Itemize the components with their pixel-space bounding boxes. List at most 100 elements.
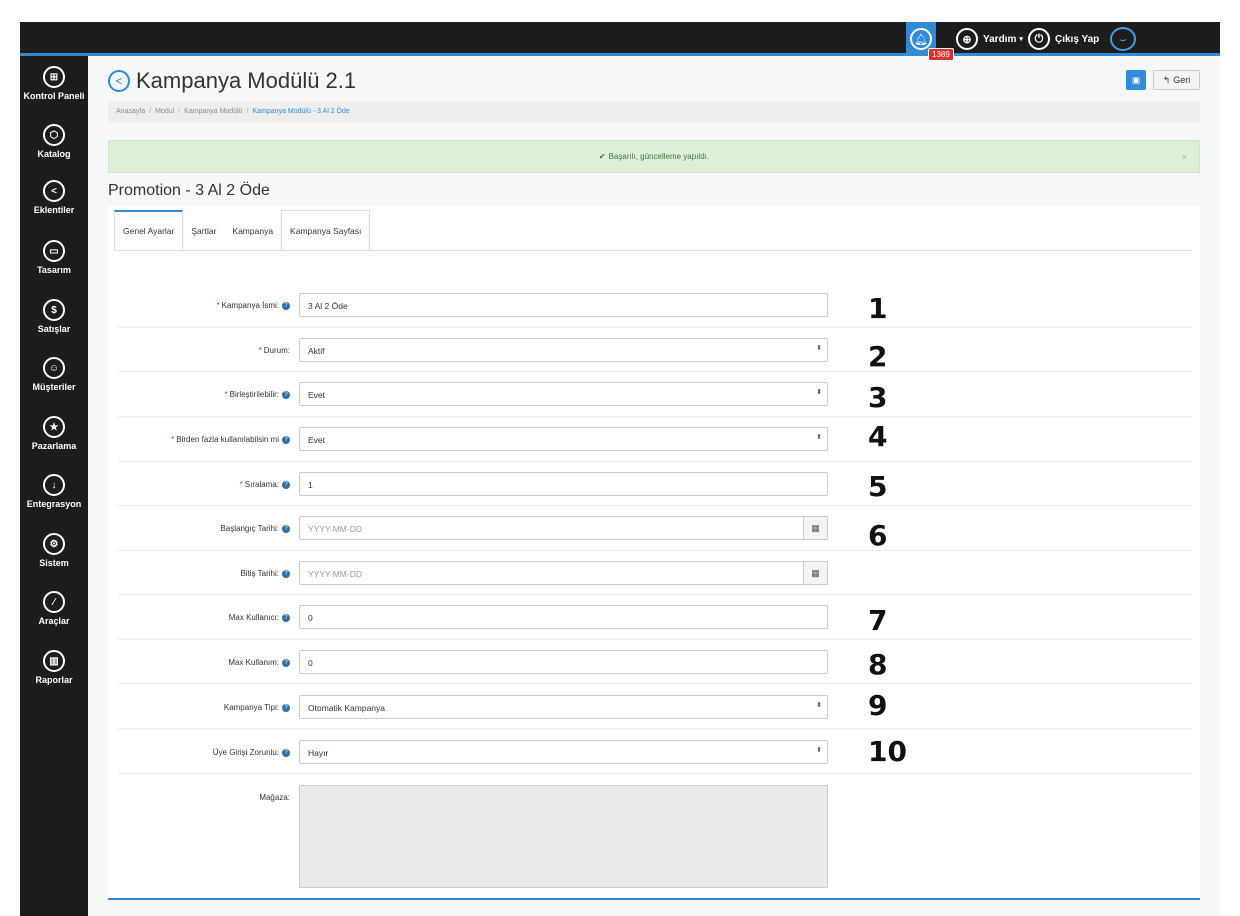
calendar-icon[interactable]: ▦ (803, 561, 828, 585)
dashboard-icon: ⊞ (43, 66, 65, 88)
sidebar-item-system[interactable]: ⚙ Sistem (20, 533, 88, 568)
tools-icon: ⁄ (43, 591, 65, 613)
login-required-select[interactable]: Hayır ⬍ (299, 740, 828, 764)
start-date-input[interactable]: YYYY-MM-DD (299, 516, 804, 540)
sidebar-item-sales[interactable]: $ Satışlar (20, 299, 88, 334)
customers-icon: ☺ (43, 357, 65, 379)
notification-badge: 1389 (928, 48, 954, 61)
design-icon: ▭ (43, 240, 65, 262)
tabs-divider (114, 250, 1192, 251)
max-users-label: Max Kullanıcı:? (229, 613, 290, 622)
annotation-number: 10 (868, 735, 907, 768)
section-title: Promotion - 3 Al 2 Öde (108, 182, 270, 199)
reports-icon: ▥ (43, 650, 65, 672)
check-circle-icon: ✔ (598, 152, 606, 161)
bell-icon: 🔔︎ (910, 28, 932, 50)
tabs: Genel Ayarlar Şartlar Kampanya Kampanya … (114, 210, 371, 250)
sidebar-item-integration[interactable]: ↓ Entegrasyon (20, 474, 88, 509)
sidebar-item-dashboard[interactable]: ⊞ Kontrol Paneli (20, 66, 88, 101)
calendar-icon[interactable]: ▦ (803, 516, 828, 540)
max-uses-label: Max Kullanım:? (228, 658, 290, 667)
help-menu[interactable]: ⊕ Yardım ▾ (956, 26, 1023, 52)
sidebar-item-extensions[interactable]: < Eklentiler (20, 180, 88, 215)
help-icon: ? (282, 703, 290, 712)
campaign-type-select[interactable]: Otomatik Kampanya ⬍ (299, 695, 828, 719)
annotation-number: 6 (868, 519, 888, 552)
combinable-label: * Birleştirilebilir:? (225, 390, 290, 399)
end-date-label: Bitiş Tarihi:? (240, 569, 290, 578)
select-caret-icon: ⬍ (816, 345, 822, 352)
reply-icon: ↰ (1162, 74, 1171, 85)
sort-order-label: * Sıralama:? (240, 480, 290, 489)
annotation-number: 3 (868, 381, 888, 414)
help-icon: ? (282, 390, 290, 399)
row-divider (118, 327, 1192, 328)
chevron-down-icon: ▾ (1019, 36, 1023, 43)
store-selection-box[interactable] (299, 785, 828, 888)
select-caret-icon: ⬍ (816, 434, 822, 441)
tab-general-settings[interactable]: Genel Ayarlar (114, 210, 184, 250)
name-label: * Kampanya İsmi:? (217, 301, 290, 310)
form-panel: Genel Ayarlar Şartlar Kampanya Kampanya … (108, 206, 1200, 900)
back-button[interactable]: ↰ Geri (1153, 70, 1200, 90)
login-required-label: Üye Girişi Zorunlu:? (213, 748, 290, 757)
help-icon: ? (282, 435, 290, 444)
row-divider (118, 371, 1192, 372)
tab-conditions[interactable]: Şartlar (183, 210, 224, 250)
max-users-input[interactable]: 0 (299, 605, 828, 629)
sidebar-item-tools[interactable]: ⁄ Araçlar (20, 591, 88, 626)
save-button[interactable]: ▣ (1126, 70, 1146, 90)
combinable-select[interactable]: Evet ⬍ (299, 382, 828, 406)
select-caret-icon: ⬍ (816, 702, 822, 709)
close-icon[interactable]: × (1182, 152, 1187, 162)
page-title: < Kampanya Modülü 2.1 (108, 68, 356, 94)
help-icon: ? (282, 569, 290, 578)
multi-use-label: * Birden fazla kullanılabilsin mi? (171, 435, 290, 444)
sidebar-item-label: Sistem (39, 558, 69, 568)
tab-campaign[interactable]: Kampanya (224, 210, 281, 250)
help-label: Yardım (983, 33, 1017, 45)
sidebar-item-label: Satışlar (37, 324, 71, 334)
breadcrumb-campaign-module[interactable]: Kampanya Modülü (184, 108, 242, 115)
store-icon[interactable]: ⌣ (1110, 27, 1136, 51)
row-divider (118, 639, 1192, 640)
sidebar-item-marketing[interactable]: ★ Pazarlama (20, 416, 88, 451)
sidebar-item-label: Müşteriler (32, 382, 76, 392)
share-icon: < (108, 70, 130, 92)
breadcrumb-current[interactable]: Kampanya Modülü - 3 Al 2 Öde (253, 108, 350, 115)
annotation-number: 5 (868, 470, 888, 503)
marketing-icon: ★ (43, 416, 65, 438)
breadcrumb-home[interactable]: Anasayfa (116, 108, 145, 115)
row-divider (118, 773, 1192, 774)
tab-campaign-page[interactable]: Kampanya Sayfası (281, 210, 371, 250)
sidebar-item-customers[interactable]: ☺ Müşteriler (20, 357, 88, 392)
sidebar-item-label: Araçlar (38, 616, 70, 626)
status-select[interactable]: Aktif ⬍ (299, 338, 828, 362)
sort-order-input[interactable]: 1 (299, 472, 828, 496)
max-uses-input[interactable]: 0 (299, 650, 828, 674)
sidebar-item-label: Raporlar (35, 675, 73, 685)
row-divider (118, 594, 1192, 595)
sidebar-item-label: Eklentiler (33, 205, 75, 215)
row-divider (118, 683, 1192, 684)
end-date-input[interactable]: YYYY-MM-DD (299, 561, 804, 585)
sidebar-item-label: Kontrol Paneli (23, 91, 85, 101)
sidebar-item-catalog[interactable]: ⬡ Katalog (20, 124, 88, 159)
sidebar-item-label: Tasarım (37, 265, 71, 275)
help-icon: ? (282, 613, 290, 622)
breadcrumb-module[interactable]: Modul (155, 108, 174, 115)
store-label: Mağaza: (259, 793, 290, 802)
lifebuoy-icon: ⊕ (956, 28, 978, 50)
annotation-number: 8 (868, 648, 888, 681)
logout-label: Çıkış Yap (1055, 33, 1100, 45)
help-icon: ? (282, 524, 290, 533)
campaign-name-input[interactable]: 3 Al 2 Öde (299, 293, 828, 317)
sidebar-item-reports[interactable]: ▥ Raporlar (20, 650, 88, 685)
logout-button[interactable]: ⏻ Çıkış Yap (1028, 26, 1099, 52)
sales-icon: $ (43, 299, 65, 321)
integration-icon: ↓ (43, 474, 65, 496)
extensions-icon: < (43, 180, 65, 202)
sidebar-item-design[interactable]: ▭ Tasarım (20, 240, 88, 275)
multi-use-select[interactable]: Evet ⬍ (299, 427, 828, 451)
row-divider (118, 461, 1192, 462)
